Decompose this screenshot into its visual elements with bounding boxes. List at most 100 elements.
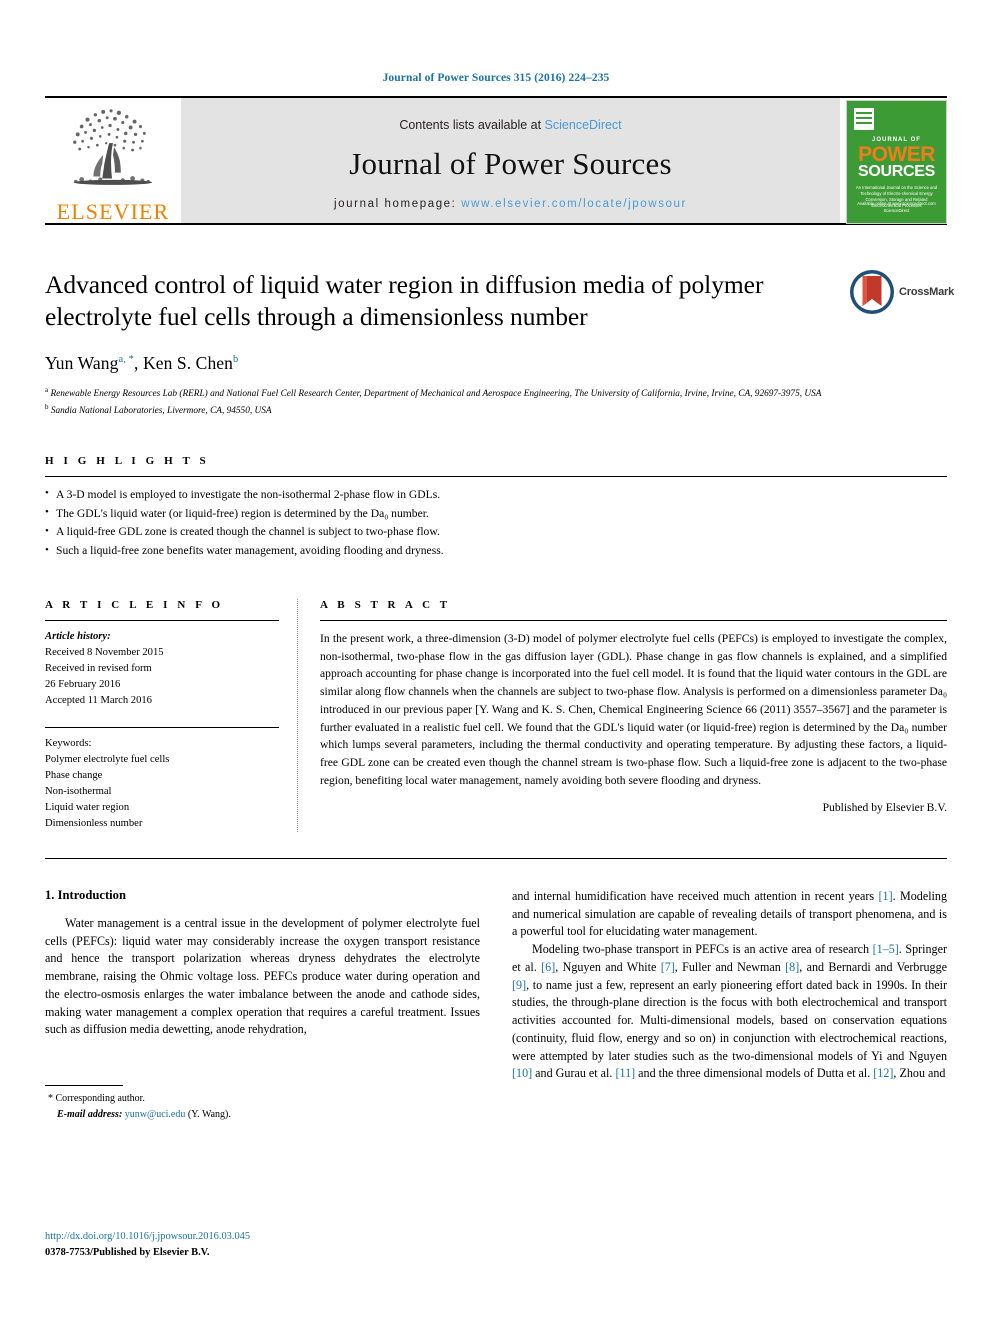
article-history-label: Article history: bbox=[45, 630, 111, 642]
author-name-2: Ken S. Chen bbox=[142, 352, 234, 373]
keywords-label: Keywords: bbox=[45, 738, 92, 750]
paragraph-text-run: and Gurau et al. bbox=[532, 1066, 616, 1081]
info-abstract-row: A R T I C L E I N F O Article history: R… bbox=[45, 598, 947, 832]
article-info-rule bbox=[45, 619, 279, 621]
highlight-item: A liquid-free GDL zone is created though… bbox=[45, 523, 947, 542]
article-history-item: Received in revised form bbox=[45, 662, 152, 674]
published-by-line: Published by Elsevier B.V. bbox=[822, 801, 947, 815]
corresponding-author-note: * Corresponding author. E-mail address: … bbox=[45, 1091, 480, 1122]
citation-ref[interactable]: [1–5] bbox=[873, 942, 899, 956]
affiliation-b: b Sandia National Laboratories, Livermor… bbox=[45, 402, 947, 419]
elsevier-tree-icon bbox=[73, 109, 153, 185]
article-bottom-meta: http://dx.doi.org/10.1016/j.jpowsour.201… bbox=[45, 1229, 250, 1261]
corresponding-marker: * bbox=[48, 1093, 53, 1105]
abstract-column: A B S T R A C T In the present work, a t… bbox=[320, 599, 947, 832]
cover-footer-text: Available online at www.sciencedirect.co… bbox=[857, 201, 936, 213]
journal-masthead: ELSEVIER Contents lists available at Sci… bbox=[45, 96, 947, 225]
citation-ref[interactable]: [6] bbox=[541, 960, 555, 974]
body-column-right: and internal humidification have receive… bbox=[512, 888, 947, 1122]
journal-homepage-line: journal homepage: www.elsevier.com/locat… bbox=[334, 198, 687, 210]
paragraph-text-run: , Zhou and bbox=[893, 1066, 946, 1081]
highlight-item: The GDL's liquid water (or liquid-free) … bbox=[45, 504, 947, 524]
article-history-item: 26 February 2016 bbox=[45, 678, 121, 690]
author-sup-2: b bbox=[233, 353, 239, 365]
keywords-rule bbox=[45, 727, 279, 729]
title-block: Advanced control of liquid water region … bbox=[45, 269, 954, 419]
affiliation-marker-b: b bbox=[45, 402, 49, 411]
affiliation-a: a Renewable Energy Resources Lab (RERL) … bbox=[45, 385, 947, 402]
highlights-section: H I G H L I G H T S A 3-D model is emplo… bbox=[45, 455, 947, 561]
citation-ref[interactable]: [7] bbox=[661, 960, 675, 974]
citation-ref[interactable]: [9] bbox=[512, 978, 526, 992]
email-owner: (Y. Wang). bbox=[187, 1108, 231, 1120]
abstract-heading: A B S T R A C T bbox=[320, 598, 451, 611]
keyword-item: Phase change bbox=[45, 770, 103, 782]
contents-available-line: Contents lists available at ScienceDirec… bbox=[399, 118, 621, 132]
cover-power-text: POWER bbox=[858, 143, 935, 166]
intro-paragraph-left: Water management is a central issue in t… bbox=[45, 915, 480, 1037]
paragraph-text-run: , Fuller and Newman bbox=[674, 959, 786, 974]
keyword-item: Dimensionless number bbox=[45, 817, 143, 829]
citation-ref[interactable]: [8] bbox=[785, 960, 799, 974]
contents-prefix-text: Contents lists available at bbox=[399, 117, 545, 132]
email-link[interactable]: yunw@uci.edu bbox=[125, 1109, 186, 1120]
elsevier-wordmark: ELSEVIER bbox=[56, 199, 170, 224]
issn-line: 0378-7753/Published by Elsevier B.V. bbox=[45, 1246, 210, 1258]
affiliation-text-a: Renewable Energy Resources Lab (RERL) an… bbox=[50, 388, 822, 399]
article-info-heading: A R T I C L E I N F O bbox=[45, 598, 224, 611]
article-title: Advanced control of liquid water region … bbox=[45, 270, 764, 332]
citation-ref[interactable]: [12] bbox=[873, 1066, 893, 1080]
article-info-column: A R T I C L E I N F O Article history: R… bbox=[45, 599, 297, 832]
paragraph-text-run: , and Bernardi and Verbrugge bbox=[799, 959, 947, 974]
paragraph-text-run: and the three dimensional models of Dutt… bbox=[635, 1066, 874, 1081]
sciencedirect-link[interactable]: ScienceDirect bbox=[545, 118, 622, 132]
info-abstract-divider bbox=[297, 598, 298, 832]
body-column-left: 1. Introduction Water management is a ce… bbox=[45, 888, 480, 1122]
highlights-heading: H I G H L I G H T S bbox=[45, 454, 210, 467]
email-label: E-mail address: bbox=[57, 1108, 123, 1120]
abstract-bottom-rule bbox=[45, 857, 947, 859]
citation-ref[interactable]: [11] bbox=[615, 1066, 635, 1080]
crossmark-icon bbox=[850, 270, 894, 314]
crossmark-label: CrossMark bbox=[899, 286, 955, 298]
corresponding-text: Corresponding author. bbox=[55, 1093, 145, 1105]
cover-sources-text: SOURCES bbox=[857, 163, 936, 180]
intro-right-text-a: and internal humidification have receive… bbox=[512, 888, 879, 903]
article-history-block: Article history: Received 8 November 201… bbox=[45, 629, 279, 708]
article-page: Journal of Power Sources 315 (2016) 224–… bbox=[0, 0, 992, 1323]
paragraph-text-run: Modeling two-phase transport in PEFCs is… bbox=[532, 942, 873, 957]
paragraph-text-run: , to name just a few, represent an early… bbox=[512, 977, 947, 1063]
keyword-item: Liquid water region bbox=[45, 801, 130, 813]
author-name-1: Yun Wang bbox=[45, 352, 119, 373]
keyword-item: Non-isothermal bbox=[45, 786, 112, 798]
elsevier-logo: ELSEVIER bbox=[45, 98, 181, 223]
journal-banner: Contents lists available at ScienceDirec… bbox=[181, 98, 840, 223]
footnote-rule bbox=[45, 1085, 123, 1087]
keywords-block: Keywords: Polymer electrolyte fuel cells… bbox=[45, 736, 279, 831]
doi-link[interactable]: http://dx.doi.org/10.1016/j.jpowsour.201… bbox=[45, 1229, 250, 1245]
affiliation-text-b: Sandia National Laboratories, Livermore,… bbox=[50, 405, 272, 416]
citation-ref[interactable]: [1] bbox=[879, 889, 893, 903]
highlight-item: A 3-D model is employed to investigate t… bbox=[45, 485, 947, 505]
keyword-item: Polymer electrolyte fuel cells bbox=[45, 754, 170, 766]
intro-paragraph-right-2: Modeling two-phase transport in PEFCs is… bbox=[512, 941, 947, 1083]
journal-cover-thumbnail: JOURNAL OF POWER SOURCES An Internationa… bbox=[846, 100, 947, 224]
intro-paragraph-right-1: and internal humidification have receive… bbox=[512, 888, 947, 941]
affiliations: a Renewable Energy Resources Lab (RERL) … bbox=[45, 385, 947, 419]
article-history-item: Accepted 11 March 2016 bbox=[45, 694, 152, 706]
section-title-introduction: 1. Introduction bbox=[45, 887, 126, 902]
abstract-text: In the present work, a three-dimension (… bbox=[320, 631, 947, 787]
journal-homepage-link[interactable]: www.elsevier.com/locate/jpowsour bbox=[461, 198, 687, 210]
cover-elsevier-mark bbox=[854, 108, 874, 130]
citation-ref[interactable]: [10] bbox=[512, 1066, 532, 1080]
homepage-prefix-text: journal homepage: bbox=[334, 197, 462, 210]
journal-title: Journal of Power Sources bbox=[349, 145, 672, 181]
crossmark-badge[interactable]: CrossMark bbox=[849, 269, 954, 315]
paragraph-text-run: , Nguyen and White bbox=[555, 959, 661, 974]
body-columns: 1. Introduction Water management is a ce… bbox=[45, 888, 947, 1122]
highlights-rule bbox=[45, 475, 947, 477]
author-list: Yun Wanga, *, Ken S. Chenb bbox=[45, 352, 239, 373]
article-history-item: Received 8 November 2015 bbox=[45, 646, 164, 658]
highlights-list: A 3-D model is employed to investigate t… bbox=[45, 485, 947, 561]
affiliation-marker-a: a bbox=[45, 385, 49, 394]
